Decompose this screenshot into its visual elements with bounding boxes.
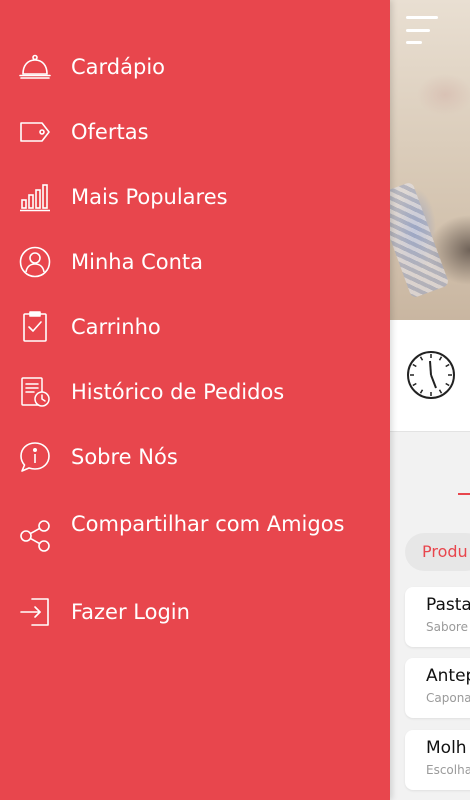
menu-label: Mais Populares bbox=[71, 185, 228, 209]
product-description: Capona bbox=[426, 691, 470, 705]
hero-image bbox=[390, 0, 470, 320]
product-card[interactable]: Pasta Sabore bbox=[405, 587, 470, 647]
menu-label: Fazer Login bbox=[71, 600, 190, 624]
clipboard-check-icon bbox=[18, 310, 52, 344]
product-name: Antep bbox=[426, 666, 470, 686]
info-chat-icon bbox=[18, 440, 52, 474]
menu-icon[interactable] bbox=[406, 16, 438, 44]
share-icon bbox=[18, 519, 52, 553]
menu-label: Minha Conta bbox=[71, 250, 204, 274]
navigation-drawer: Cardápio Ofertas Mais Populares Minha Co… bbox=[0, 0, 390, 800]
menu-label: Histórico de Pedidos bbox=[71, 380, 285, 404]
menu-label: Carrinho bbox=[71, 315, 161, 339]
menu-item-fazer-login[interactable]: Fazer Login bbox=[0, 595, 390, 629]
menu-label: Sobre Nós bbox=[71, 445, 178, 469]
menu-item-historico[interactable]: Histórico de Pedidos bbox=[0, 375, 390, 409]
menu-item-carrinho[interactable]: Carrinho bbox=[0, 310, 390, 344]
menu-item-cardapio[interactable]: Cardápio bbox=[0, 50, 390, 84]
user-icon bbox=[18, 245, 52, 279]
product-card[interactable]: Antep Capona bbox=[405, 658, 470, 718]
menu-label: Compartilhar com Amigos bbox=[71, 512, 345, 536]
product-card[interactable]: Molh Escolha bbox=[405, 730, 470, 790]
product-description: Escolha bbox=[426, 763, 470, 777]
product-description: Sabore bbox=[426, 620, 468, 634]
menu-label: Ofertas bbox=[71, 120, 149, 144]
info-strip bbox=[390, 320, 470, 432]
login-icon bbox=[18, 595, 52, 629]
bar-chart-icon bbox=[18, 180, 52, 214]
menu-item-mais-populares[interactable]: Mais Populares bbox=[0, 180, 390, 214]
clock-icon bbox=[407, 351, 455, 399]
menu-item-minha-conta[interactable]: Minha Conta bbox=[0, 245, 390, 279]
menu-label: Cardápio bbox=[71, 55, 166, 79]
order-history-icon bbox=[18, 375, 52, 409]
product-name: Molh bbox=[426, 738, 467, 758]
menu-item-sobre-nos[interactable]: Sobre Nós bbox=[0, 440, 390, 474]
menu-item-ofertas[interactable]: Ofertas bbox=[0, 115, 390, 149]
menu-item-compartilhar[interactable]: Compartilhar com Amigos bbox=[0, 510, 390, 562]
plate-pattern bbox=[390, 181, 450, 299]
product-name: Pasta bbox=[426, 595, 470, 615]
tag-icon bbox=[18, 115, 52, 149]
cloche-icon bbox=[18, 50, 52, 84]
tab-indicator bbox=[458, 493, 470, 495]
filter-pill[interactable]: Produ bbox=[405, 533, 470, 571]
